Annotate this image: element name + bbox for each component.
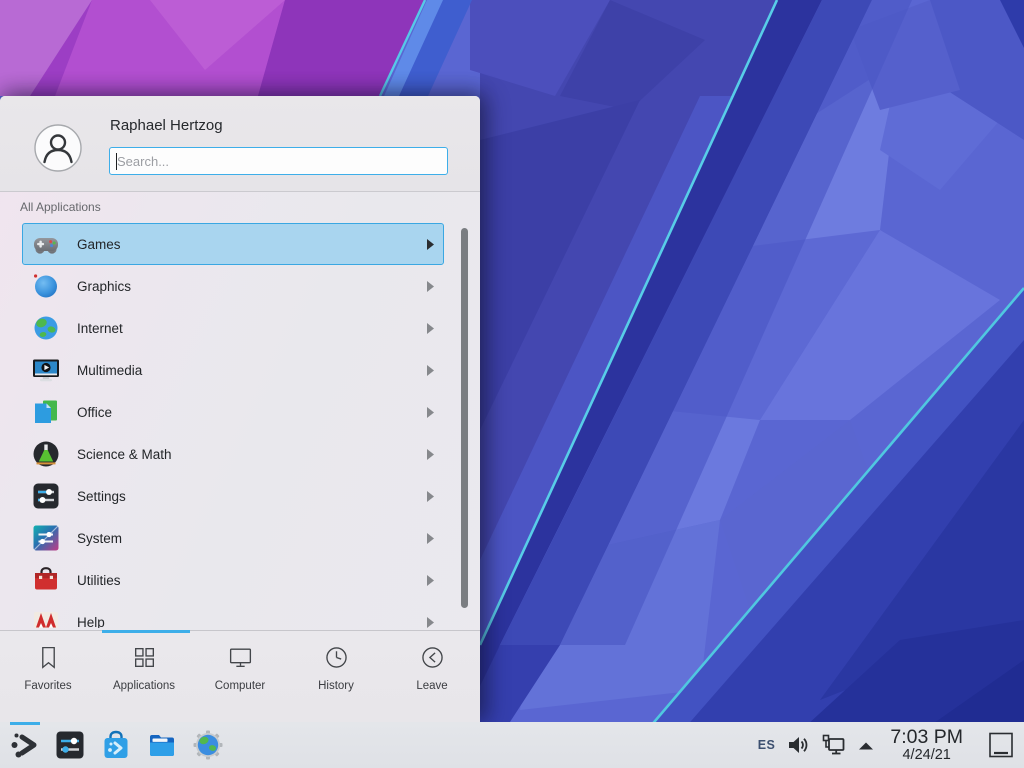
tab-leave[interactable]: Leave	[384, 631, 480, 722]
category-help[interactable]: Help	[22, 601, 444, 628]
submenu-arrow-icon	[427, 281, 434, 292]
tab-label: History	[318, 680, 354, 692]
settings-icon	[30, 480, 62, 512]
bookmark-icon	[35, 644, 62, 671]
app-grid-icon	[131, 644, 158, 671]
desktop: Raphael Hertzog All Applications	[0, 0, 1024, 768]
category-label: Utilities	[77, 573, 427, 588]
category-system[interactable]: System	[22, 517, 444, 559]
category-internet[interactable]: Internet	[22, 307, 444, 349]
folder-icon	[146, 729, 178, 761]
category-games[interactable]: Games	[22, 223, 444, 265]
category-label: Graphics	[77, 279, 427, 294]
category-label: Internet	[77, 321, 427, 336]
category-label: Science & Math	[77, 447, 427, 462]
user-avatar[interactable]	[34, 124, 82, 172]
computer-icon	[227, 644, 254, 671]
keyboard-layout-indicator[interactable]: ES	[758, 738, 776, 752]
task-manager	[8, 729, 224, 761]
science-math-icon	[30, 438, 62, 470]
taskbar-panel: ES	[0, 722, 1024, 768]
category-multimedia[interactable]: Multimedia	[22, 349, 444, 391]
submenu-arrow-icon	[427, 575, 434, 586]
text-caret	[116, 153, 117, 170]
search-input[interactable]	[110, 148, 447, 174]
active-tab-indicator	[102, 630, 190, 633]
tab-applications[interactable]: Applications	[96, 631, 192, 722]
category-list: Games Graphics	[0, 223, 480, 628]
discover-icon	[100, 729, 132, 761]
network-icon[interactable]	[821, 733, 846, 758]
tab-favorites[interactable]: Favorites	[0, 631, 96, 722]
help-icon	[30, 606, 62, 628]
active-task-indicator	[10, 722, 40, 725]
internet-icon	[30, 312, 62, 344]
category-label: Settings	[77, 489, 427, 504]
scrollbar-thumb[interactable]	[461, 228, 468, 608]
utilities-icon	[30, 564, 62, 596]
category-label: Office	[77, 405, 427, 420]
category-graphics[interactable]: Graphics	[22, 265, 444, 307]
history-clock-icon	[323, 644, 350, 671]
digital-clock[interactable]: 7:03 PM 4/24/21	[890, 728, 963, 763]
submenu-arrow-icon	[427, 533, 434, 544]
globe-gear-icon	[192, 729, 224, 761]
category-label: Multimedia	[77, 363, 427, 378]
system-settings-icon	[54, 729, 86, 761]
submenu-arrow-icon	[427, 407, 434, 418]
kickoff-icon	[8, 729, 40, 761]
clock-date: 4/24/21	[890, 748, 963, 763]
graphics-icon	[30, 270, 62, 302]
multimedia-icon	[30, 354, 62, 386]
tab-label: Favorites	[24, 680, 71, 692]
launcher-tab-bar: Favorites Applications Computer	[0, 630, 480, 722]
submenu-arrow-icon	[427, 617, 434, 628]
show-desktop-button[interactable]	[988, 731, 1014, 759]
discover-task[interactable]	[100, 729, 132, 761]
clock-time: 7:03 PM	[890, 728, 963, 748]
user-name: Raphael Hertzog	[110, 117, 223, 134]
tab-history[interactable]: History	[288, 631, 384, 722]
category-settings[interactable]: Settings	[22, 475, 444, 517]
category-label: Games	[77, 237, 427, 252]
system-tray: ES	[758, 728, 1018, 763]
section-label: All Applications	[20, 200, 101, 214]
submenu-arrow-icon	[427, 365, 434, 376]
file-manager-task[interactable]	[146, 729, 178, 761]
system-icon	[30, 522, 62, 554]
volume-icon[interactable]	[786, 733, 810, 757]
application-launcher-menu: Raphael Hertzog All Applications	[0, 96, 480, 722]
application-launcher-button[interactable]	[8, 729, 40, 761]
submenu-arrow-icon	[427, 449, 434, 460]
launcher-header: Raphael Hertzog	[0, 96, 480, 192]
system-settings-task[interactable]	[54, 729, 86, 761]
leave-icon	[419, 644, 446, 671]
games-icon	[30, 228, 62, 260]
category-label: System	[77, 531, 427, 546]
category-label: Help	[77, 615, 427, 629]
tab-label: Applications	[113, 680, 175, 692]
submenu-arrow-icon	[427, 239, 434, 250]
search-field-frame	[109, 147, 448, 175]
submenu-arrow-icon	[427, 491, 434, 502]
web-browser-task[interactable]	[192, 729, 224, 761]
office-icon	[30, 396, 62, 428]
submenu-arrow-icon	[427, 323, 434, 334]
tab-label: Computer	[215, 680, 266, 692]
tab-label: Leave	[416, 680, 447, 692]
tab-computer[interactable]: Computer	[192, 631, 288, 722]
tray-expander-icon[interactable]	[857, 738, 875, 752]
category-utilities[interactable]: Utilities	[22, 559, 444, 601]
category-science-math[interactable]: Science & Math	[22, 433, 444, 475]
category-office[interactable]: Office	[22, 391, 444, 433]
